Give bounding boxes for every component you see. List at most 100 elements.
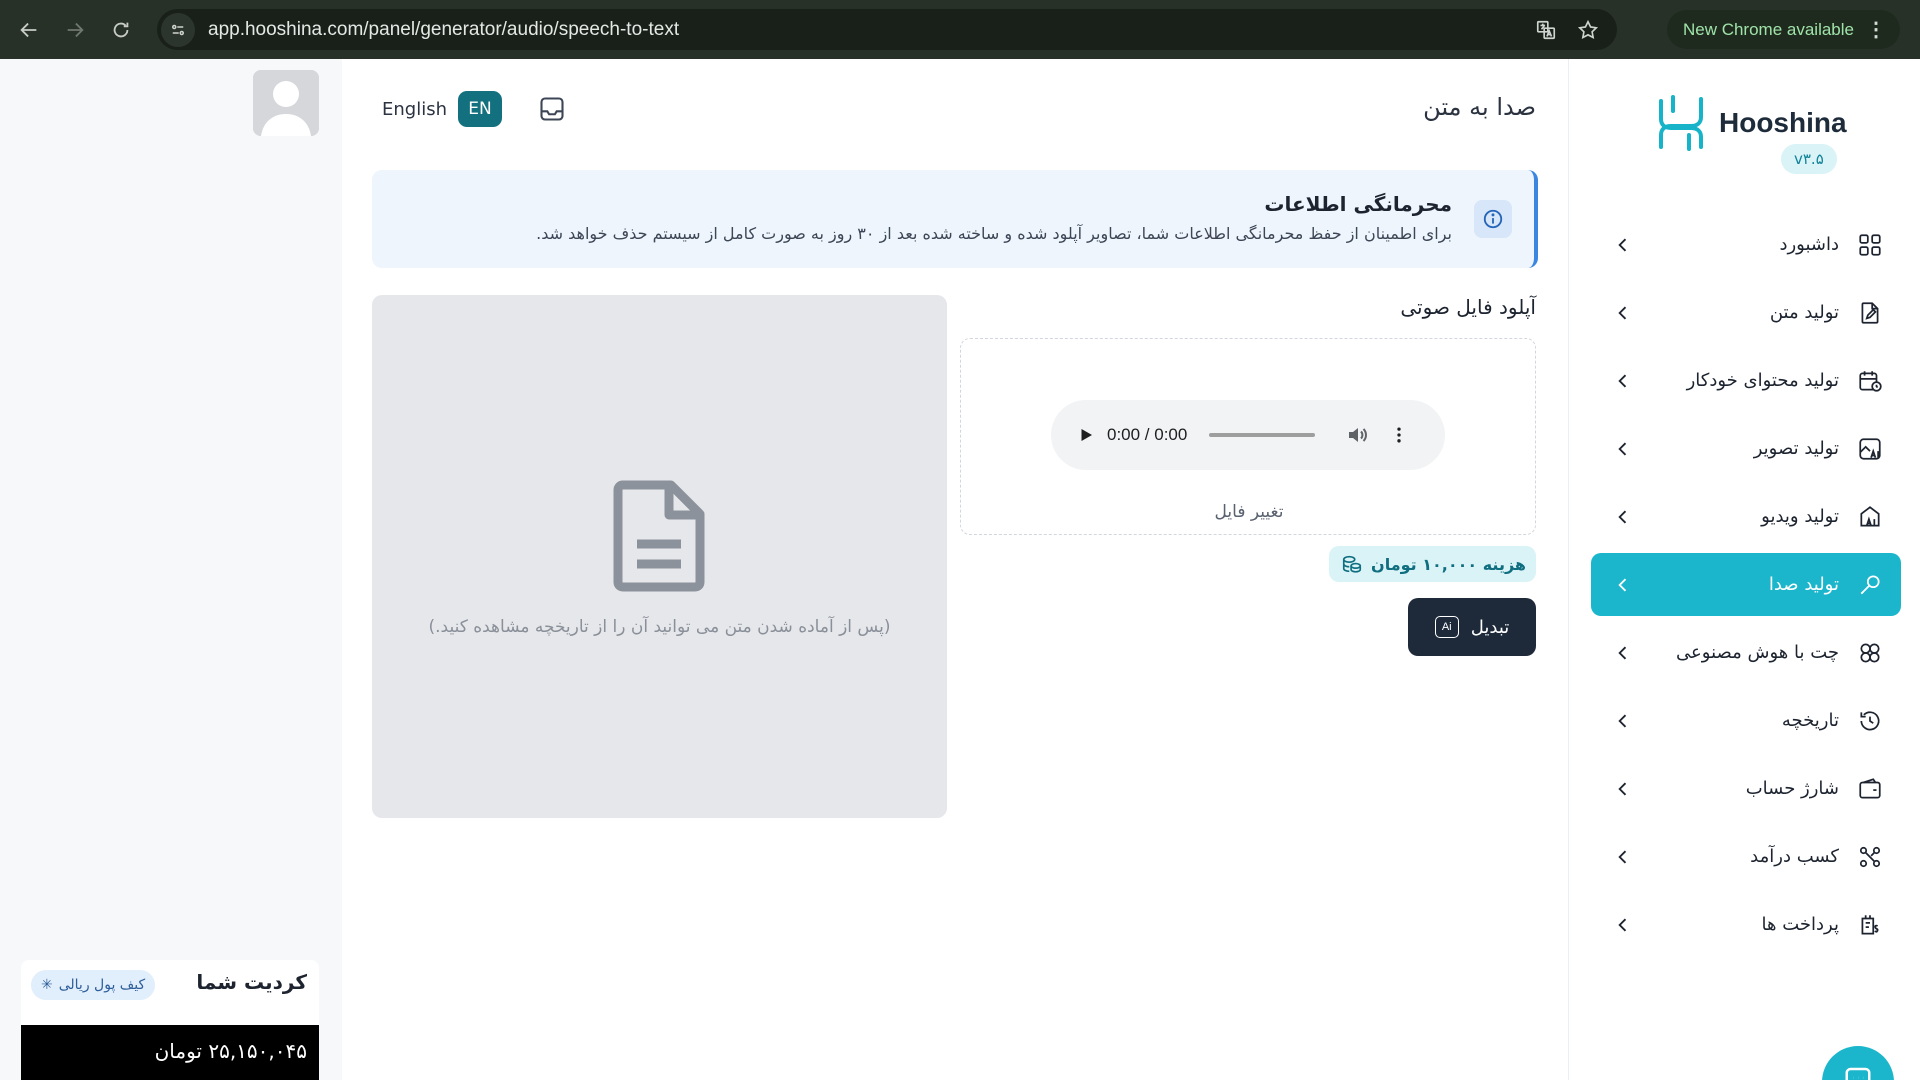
cost-badge: هزینه ۱۰,۰۰۰ تومان: [1329, 546, 1536, 582]
sidebar-item-payments[interactable]: پرداخت ها: [1591, 893, 1901, 956]
avatar[interactable]: [253, 70, 319, 136]
sidebar-item-label: تولید محتوای خودکار: [1686, 370, 1839, 391]
back-button[interactable]: [6, 7, 52, 53]
sidebar-item-label: چت با هوش مصنوعی: [1676, 642, 1839, 663]
main-content: English EN صدا به متن محرمانگی اطلاعات ب…: [342, 59, 1568, 1080]
ai-chat-icon: [1857, 640, 1883, 666]
sidebar-item-label: تاریخچه: [1781, 710, 1839, 731]
chevron-left-icon: [1618, 306, 1627, 319]
ai-video-icon: [1857, 504, 1883, 530]
audio-player[interactable]: 0:00 / 0:00: [1051, 400, 1445, 470]
language-code-badge: EN: [458, 91, 502, 127]
volume-icon[interactable]: [1345, 423, 1369, 447]
sidebar-item-history[interactable]: تاریخچه: [1591, 689, 1901, 752]
site-settings-icon[interactable]: [161, 12, 195, 47]
user-avatar-icon: [253, 70, 319, 136]
wallet-icon: [1857, 776, 1883, 802]
sidebar-item-label: کسب درآمد: [1750, 846, 1839, 867]
result-hint: (پس از آماده شدن متن می توانید آن را از …: [428, 617, 891, 637]
change-file-link[interactable]: تغییر فایل: [961, 502, 1537, 522]
brand[interactable]: Hooshina v۳.۵: [1569, 89, 1920, 199]
document-edit-icon: [1857, 300, 1883, 326]
document-icon: [613, 480, 705, 592]
sidebar-item-label: تولید ویدیو: [1761, 506, 1839, 527]
sidebar-item-label: تولید تصویر: [1753, 438, 1839, 459]
calendar-clock-icon: [1857, 368, 1883, 394]
chevron-left-icon: [1618, 918, 1627, 931]
spinner-icon: ✳: [41, 977, 53, 993]
credit-card: کردیت شما ✳ کیف پول ریالی ۲۵,۱۵۰,۰۴۵ توم…: [21, 960, 319, 1080]
audio-progress-slider[interactable]: [1209, 433, 1316, 437]
sidebar-item-label: داشبورد: [1779, 234, 1839, 255]
sidebar-item-label: شارژ حساب: [1745, 778, 1839, 799]
version-badge: v۳.۵: [1781, 144, 1837, 174]
dashboard-grid-icon: [1857, 232, 1883, 258]
info-icon: [1474, 200, 1512, 238]
wallet-badge[interactable]: ✳ کیف پول ریالی: [31, 970, 156, 1000]
audio-upload-dropzone[interactable]: 0:00 / 0:00 تغییر فایل: [960, 338, 1536, 535]
wallet-label: کیف پول ریالی: [58, 977, 146, 993]
sidebar-item-charge-account[interactable]: شارژ حساب: [1591, 757, 1901, 820]
sidebar-item-label: تولید متن: [1769, 302, 1839, 323]
chevron-left-icon: [1618, 578, 1627, 591]
chevron-left-icon: [1618, 374, 1627, 387]
sidebar-item-auto-content[interactable]: تولید محتوای خودکار: [1591, 349, 1901, 412]
microphone-icon: [1857, 572, 1883, 598]
history-icon: [1857, 708, 1883, 734]
privacy-notice: محرمانگی اطلاعات برای اطمینان از حفظ محر…: [372, 170, 1538, 268]
sidebar-item-label: تولید صدا: [1768, 574, 1839, 595]
sidebar: Hooshina v۳.۵ داشبورد تولید متن تولید مح…: [1568, 59, 1920, 1080]
sidebar-item-video-generation[interactable]: تولید ویدیو: [1591, 485, 1901, 548]
cost-label: هزینه ۱۰,۰۰۰ تومان: [1371, 554, 1526, 574]
credit-balance: ۲۵,۱۵۰,۰۴۵ تومان: [21, 1025, 319, 1080]
chevron-left-icon: [1618, 646, 1627, 659]
address-bar[interactable]: app.hooshina.com/panel/generator/audio/s…: [157, 9, 1617, 50]
payments-icon: [1857, 912, 1883, 938]
chevron-left-icon: [1618, 238, 1627, 251]
arrow-left-icon: [20, 22, 37, 37]
language-label: English: [382, 98, 447, 120]
page-title: صدا به متن: [1423, 93, 1536, 121]
upload-title: آپلود فایل صوتی: [1400, 295, 1536, 319]
play-icon[interactable]: [1077, 426, 1095, 444]
coins-icon: [1342, 555, 1362, 573]
sidebar-item-ai-chat[interactable]: چت با هوش مصنوعی: [1591, 621, 1901, 684]
convert-button[interactable]: Ai تبدیل: [1408, 598, 1536, 656]
more-vertical-icon[interactable]: [1389, 425, 1409, 445]
sidebar-menu: داشبورد تولید متن تولید محتوای خودکار تو…: [1591, 213, 1901, 961]
brand-name: Hooshina: [1719, 107, 1847, 138]
sidebar-item-text-generation[interactable]: تولید متن: [1591, 281, 1901, 344]
chrome-update-button[interactable]: New Chrome available ⋮: [1666, 10, 1900, 49]
chevron-left-icon: [1618, 850, 1627, 863]
sidebar-item-label: پرداخت ها: [1761, 914, 1839, 935]
notice-title: محرمانگی اطلاعات: [1264, 192, 1452, 216]
transcript-result-panel: (پس از آماده شدن متن می توانید آن را از …: [372, 295, 947, 818]
sidebar-item-earn-income[interactable]: کسب درآمد: [1591, 825, 1901, 888]
reload-button[interactable]: [98, 7, 144, 53]
ai-image-icon: [1857, 436, 1883, 462]
arrow-right-icon: [67, 22, 84, 37]
ai-icon: Ai: [1434, 616, 1459, 638]
language-switch[interactable]: English EN: [382, 91, 502, 127]
reload-icon: [113, 22, 129, 37]
notice-text: برای اطمینان از حفظ محرمانگی اطلاعات شما…: [536, 224, 1452, 243]
forward-button[interactable]: [52, 7, 98, 53]
browser-toolbar: app.hooshina.com/panel/generator/audio/s…: [0, 0, 1920, 59]
hooshina-logo-icon: [1659, 95, 1703, 151]
inbox-icon[interactable]: [538, 95, 566, 123]
convert-label: تبدیل: [1470, 616, 1510, 638]
sidebar-item-image-generation[interactable]: تولید تصویر: [1591, 417, 1901, 480]
chevron-left-icon: [1618, 510, 1627, 523]
more-vertical-icon: ⋮: [1866, 19, 1886, 41]
chevron-left-icon: [1618, 782, 1627, 795]
chrome-update-label: New Chrome available: [1682, 19, 1854, 39]
bookmark-star-icon[interactable]: [1577, 19, 1599, 41]
url-text[interactable]: app.hooshina.com/panel/generator/audio/s…: [208, 19, 679, 41]
sidebar-item-dashboard[interactable]: داشبورد: [1591, 213, 1901, 276]
translate-icon[interactable]: [1535, 19, 1557, 41]
audio-time: 0:00 / 0:00: [1107, 425, 1188, 444]
sidebar-item-audio-generation[interactable]: تولید صدا: [1591, 553, 1901, 616]
chevron-left-icon: [1618, 714, 1627, 727]
chat-bubble-icon: [1845, 1067, 1871, 1080]
chevron-left-icon: [1618, 442, 1627, 455]
